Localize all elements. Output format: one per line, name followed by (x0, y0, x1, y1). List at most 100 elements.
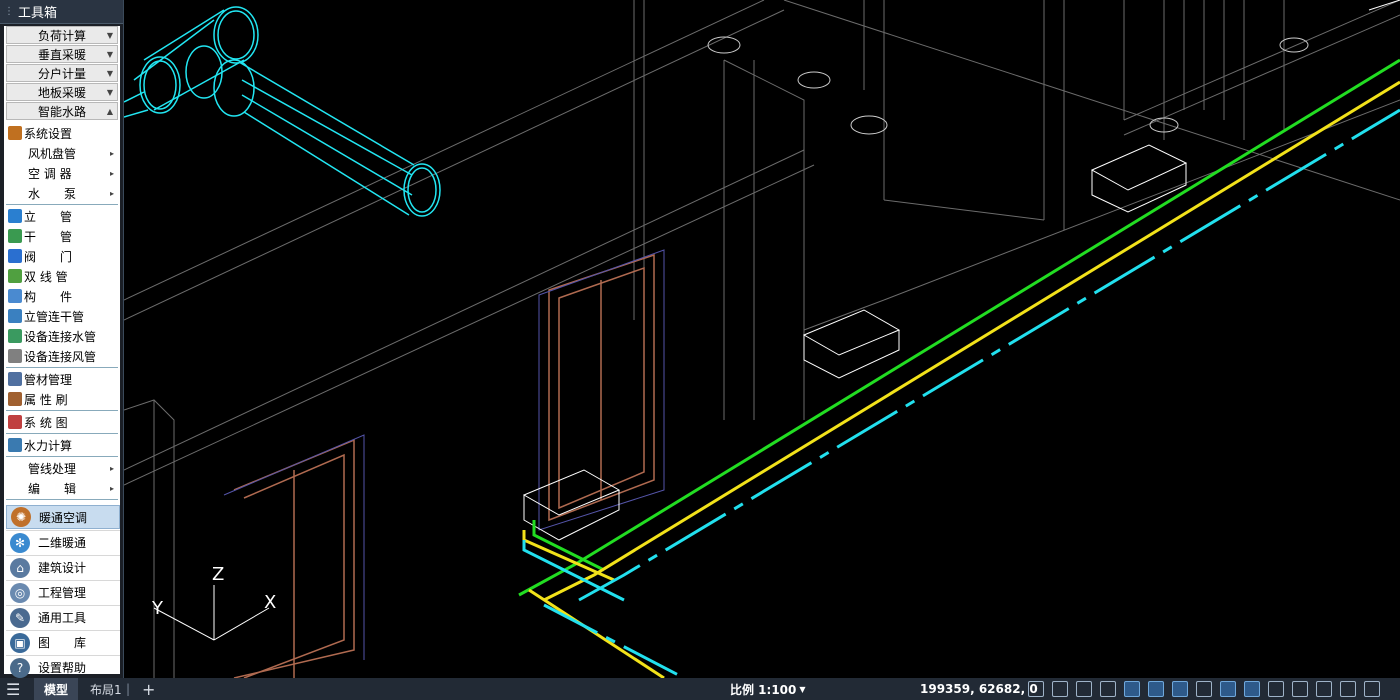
riser-connect-icon (8, 309, 22, 323)
chevron-down-icon: ▼ (106, 30, 113, 40)
submenu-2[interactable]: 分户计量 ▼ (6, 64, 118, 82)
ortho-icon[interactable] (1100, 681, 1116, 697)
help-icon: ? (10, 657, 30, 678)
gizmo-icon[interactable] (1340, 681, 1356, 697)
osnap-icon[interactable] (1148, 681, 1164, 697)
cyan-pipe (578, 108, 1400, 602)
chevron-down-icon: ▼ (106, 68, 113, 78)
module-button-6[interactable]: ? 设置帮助 (6, 655, 120, 679)
menu-item-3[interactable]: 水 泵 ▸ (4, 183, 120, 203)
menu-item-17[interactable]: 编 辑 ▸ (4, 478, 120, 498)
menu-item-7[interactable]: 双 线 管 (4, 266, 120, 286)
chevron-down-icon: ▼ (106, 49, 113, 59)
menu-item-16[interactable]: 管线处理 ▸ (4, 458, 120, 478)
annotation-icon[interactable] (1244, 681, 1260, 697)
library-icon: ▣ (10, 632, 30, 653)
menu-item-10[interactable]: 设备连接水管 (4, 326, 120, 346)
tab-model[interactable]: 模型 (34, 678, 79, 700)
workspace-icon[interactable] (1268, 681, 1284, 697)
scale-selector[interactable]: 比例 1:100 ▼ (730, 678, 806, 700)
menu-item-label: 管线处理 (28, 461, 77, 476)
menu-item-13[interactable]: 属 性 刷 (4, 389, 120, 409)
selection-icon[interactable] (1316, 681, 1332, 697)
project-icon: ◎ (10, 582, 30, 603)
submenu-label: 负荷计算 (37, 28, 86, 43)
menu-item-label: 系 统 图 (24, 415, 68, 430)
menu-item-label: 水 泵 (28, 186, 77, 201)
menu-item-8[interactable]: 构 件 (4, 286, 120, 306)
submenu-0[interactable]: 负荷计算 ▼ (6, 26, 118, 44)
menu-item-label: 水力计算 (24, 438, 73, 453)
submenu-1[interactable]: 垂直采暖 ▼ (6, 45, 118, 63)
chevron-down-icon: ▼ (106, 87, 113, 97)
component-icon (8, 289, 22, 303)
menu-item-label: 设备连接水管 (24, 329, 97, 344)
module-button-3[interactable]: ◎ 工程管理 (6, 580, 120, 604)
submenu-label: 地板采暖 (37, 85, 86, 100)
menu-item-5[interactable]: 干 管 (4, 226, 120, 246)
add-layout-icon[interactable]: + (142, 678, 155, 700)
door-frames (223, 249, 665, 660)
module-button-2[interactable]: ⌂ 建筑设计 (6, 555, 120, 579)
chevron-right-icon: ▸ (109, 463, 114, 473)
menu-item-label: 管材管理 (24, 372, 73, 387)
menu-item-label: 立 管 (24, 209, 73, 224)
hvac-icon: ✺ (11, 507, 31, 527)
status-toggle-icons (1028, 678, 1380, 700)
menu-item-4[interactable]: 立 管 (4, 206, 120, 226)
drawing-canvas[interactable]: Z Y X (124, 0, 1400, 678)
isodraft-icon[interactable] (1172, 681, 1188, 697)
green-pipe (518, 58, 1400, 597)
blank-icon (8, 186, 26, 200)
snap-grid-icon[interactable] (1052, 681, 1068, 697)
lineweight-icon[interactable] (1292, 681, 1308, 697)
cyan-duct (124, 6, 441, 217)
menu-item-2[interactable]: 空 调 器 ▸ (4, 163, 120, 183)
menu-item-label: 属 性 刷 (24, 392, 68, 407)
equip-water-icon (8, 329, 22, 343)
menu-item-label: 立管连干管 (24, 309, 85, 324)
toolbox-title: 工具箱 (18, 6, 58, 21)
submenu-4[interactable]: 智能水路 ▲ (6, 102, 118, 120)
module-button-1[interactable]: ✻ 二维暖通 (6, 530, 120, 554)
grip-icon[interactable]: ⋮ (4, 6, 14, 17)
menu-item-14[interactable]: 系 统 图 (4, 412, 120, 432)
scale-label: 比例 1:100 (730, 682, 797, 697)
menu-divider (6, 499, 118, 500)
blank-icon (8, 481, 26, 495)
grid-icon[interactable] (1028, 681, 1044, 697)
menu-item-6[interactable]: 阀 门 (4, 246, 120, 266)
module-label: 建筑设计 (38, 561, 87, 575)
toolbox-title-bar[interactable]: ⋮ 工具箱 (0, 0, 123, 24)
cyan-pipe-low (543, 603, 685, 678)
gear-icon (8, 126, 22, 140)
system-diagram-icon (8, 415, 22, 429)
menu-item-12[interactable]: 管材管理 (4, 369, 120, 389)
submenu-3[interactable]: 地板采暖 ▼ (6, 83, 118, 101)
module-button-4[interactable]: ✎ 通用工具 (6, 605, 120, 629)
brush-icon (8, 392, 22, 406)
valve-icon (8, 249, 22, 263)
menu-icon[interactable]: ☰ (6, 678, 20, 700)
riser-icon (8, 209, 22, 223)
status-bar: ☰ 模型 布局1 | + 比例 1:100 ▼ 199359, 62682, 0 (0, 678, 1400, 700)
zoom-icon[interactable] (1364, 681, 1380, 697)
object-track-icon[interactable] (1196, 681, 1212, 697)
menu-item-15[interactable]: 水力计算 (4, 435, 120, 455)
selection-cycle-icon[interactable] (1220, 681, 1236, 697)
dynamic-input-icon[interactable] (1076, 681, 1092, 697)
tab-layout1[interactable]: 布局1 (90, 678, 122, 700)
menu-item-label: 编 辑 (28, 481, 77, 496)
menu-item-11[interactable]: 设备连接风管 (4, 346, 120, 366)
toolbox-menu: 负荷计算 ▼ 垂直采暖 ▼ 分户计量 ▼ 地板采暖 ▼ 智能水路 ▲ 系统设置 风机盘管 ▸ 空 调 器 ▸… (4, 26, 120, 678)
equip-air-icon (8, 349, 22, 363)
module-button-5[interactable]: ▣ 图 库 (6, 630, 120, 654)
menu-item-0[interactable]: 系统设置 (4, 123, 120, 143)
menu-item-9[interactable]: 立管连干管 (4, 306, 120, 326)
coordinates-readout: 199359, 62682, 0 (920, 682, 1038, 696)
polar-tracking-icon[interactable] (1124, 681, 1140, 697)
toolbox-panel: ⋮ 工具箱 负荷计算 ▼ 垂直采暖 ▼ 分户计量 ▼ 地板采暖 ▼ 智能水路 ▲ 系统设置 风机盘管 ▸… (0, 0, 124, 678)
menu-item-1[interactable]: 风机盘管 ▸ (4, 143, 120, 163)
module-button-0[interactable]: ✺ 暖通空调 (6, 505, 120, 529)
menu-item-label: 阀 门 (24, 249, 73, 264)
